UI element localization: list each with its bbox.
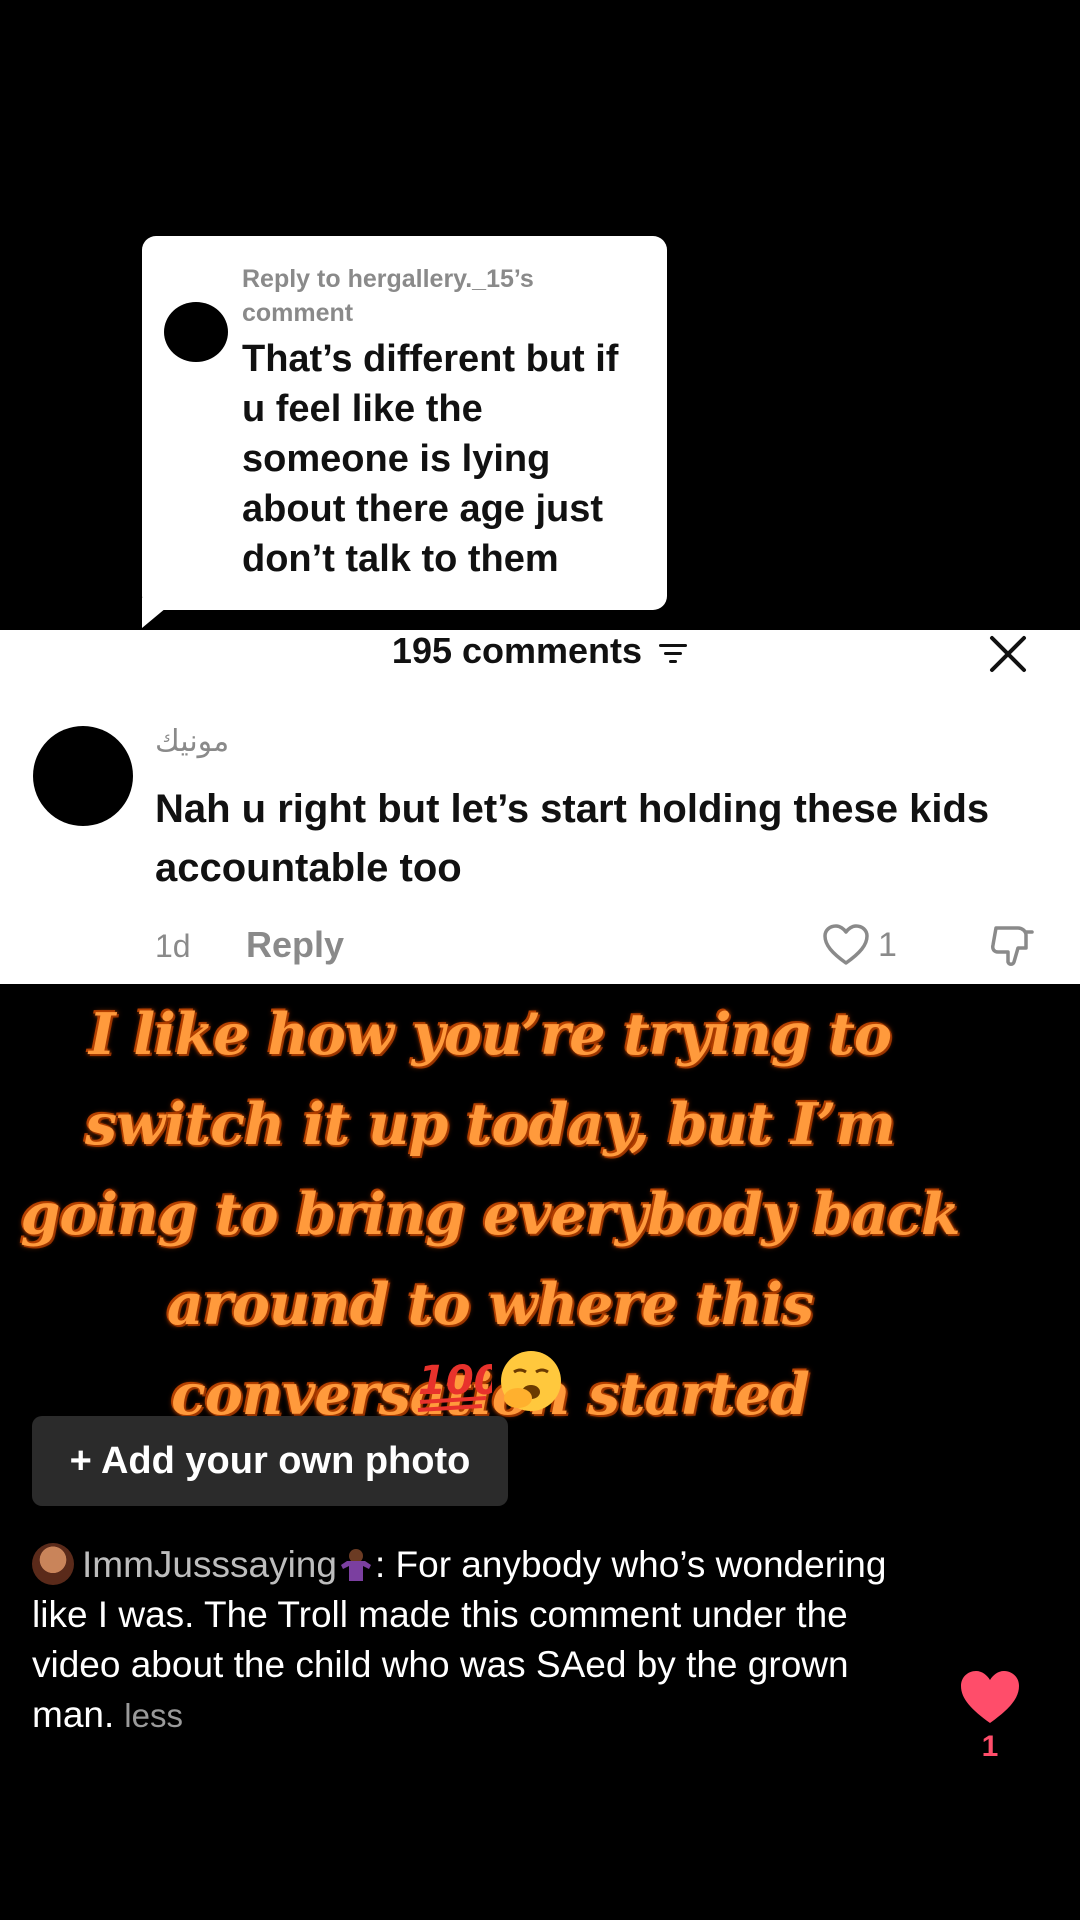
comments-count: 195 comments	[391, 630, 643, 671]
heart-outline-icon	[823, 924, 869, 965]
person-shrugging-emoji	[340, 1549, 371, 1581]
add-photo-button[interactable]: + Add your own photo	[32, 1416, 508, 1506]
filter-icon[interactable]	[658, 641, 688, 665]
creator-username[interactable]: ImmJusssaying	[82, 1544, 337, 1585]
video-description[interactable]: ImmJusssaying: For anybody who’s wonderi…	[32, 1540, 932, 1741]
comments-header[interactable]: 195 comments	[0, 630, 1080, 672]
less-button[interactable]: less	[124, 1697, 183, 1734]
dislike-icon[interactable]	[988, 922, 1036, 970]
comment-time: 1d	[155, 928, 191, 964]
heart-filled-icon[interactable]	[958, 1668, 1022, 1726]
reply-bubble: Reply to hergallery._15’s comment That’s…	[142, 236, 667, 610]
bubble-tail	[142, 598, 178, 628]
comment-like-count: 1	[878, 925, 897, 964]
reply-avatar	[164, 302, 228, 362]
like-count: 1	[981, 1730, 999, 1763]
close-icon[interactable]	[988, 634, 1028, 674]
hundred-points-emoji: 100	[417, 1358, 492, 1412]
yawning-face-emoji	[501, 1351, 561, 1411]
reply-text: That’s different but if u feel like the …	[242, 338, 619, 580]
comments-panel: 195 comments مونيك Nah u right but let’s…	[0, 630, 1080, 984]
comment-avatar[interactable]	[33, 726, 133, 826]
comment-text: Nah u right but let’s start holding thes…	[155, 787, 990, 890]
comment-username[interactable]: مونيك	[155, 724, 229, 760]
caption-emojis: 100	[416, 1346, 576, 1416]
creator-avatar[interactable]	[32, 1543, 74, 1585]
comment-like-button[interactable]: 1	[822, 922, 897, 968]
comment-reply-button[interactable]: Reply	[246, 924, 344, 966]
reply-to-label: Reply to hergallery._15’s comment	[242, 265, 534, 327]
